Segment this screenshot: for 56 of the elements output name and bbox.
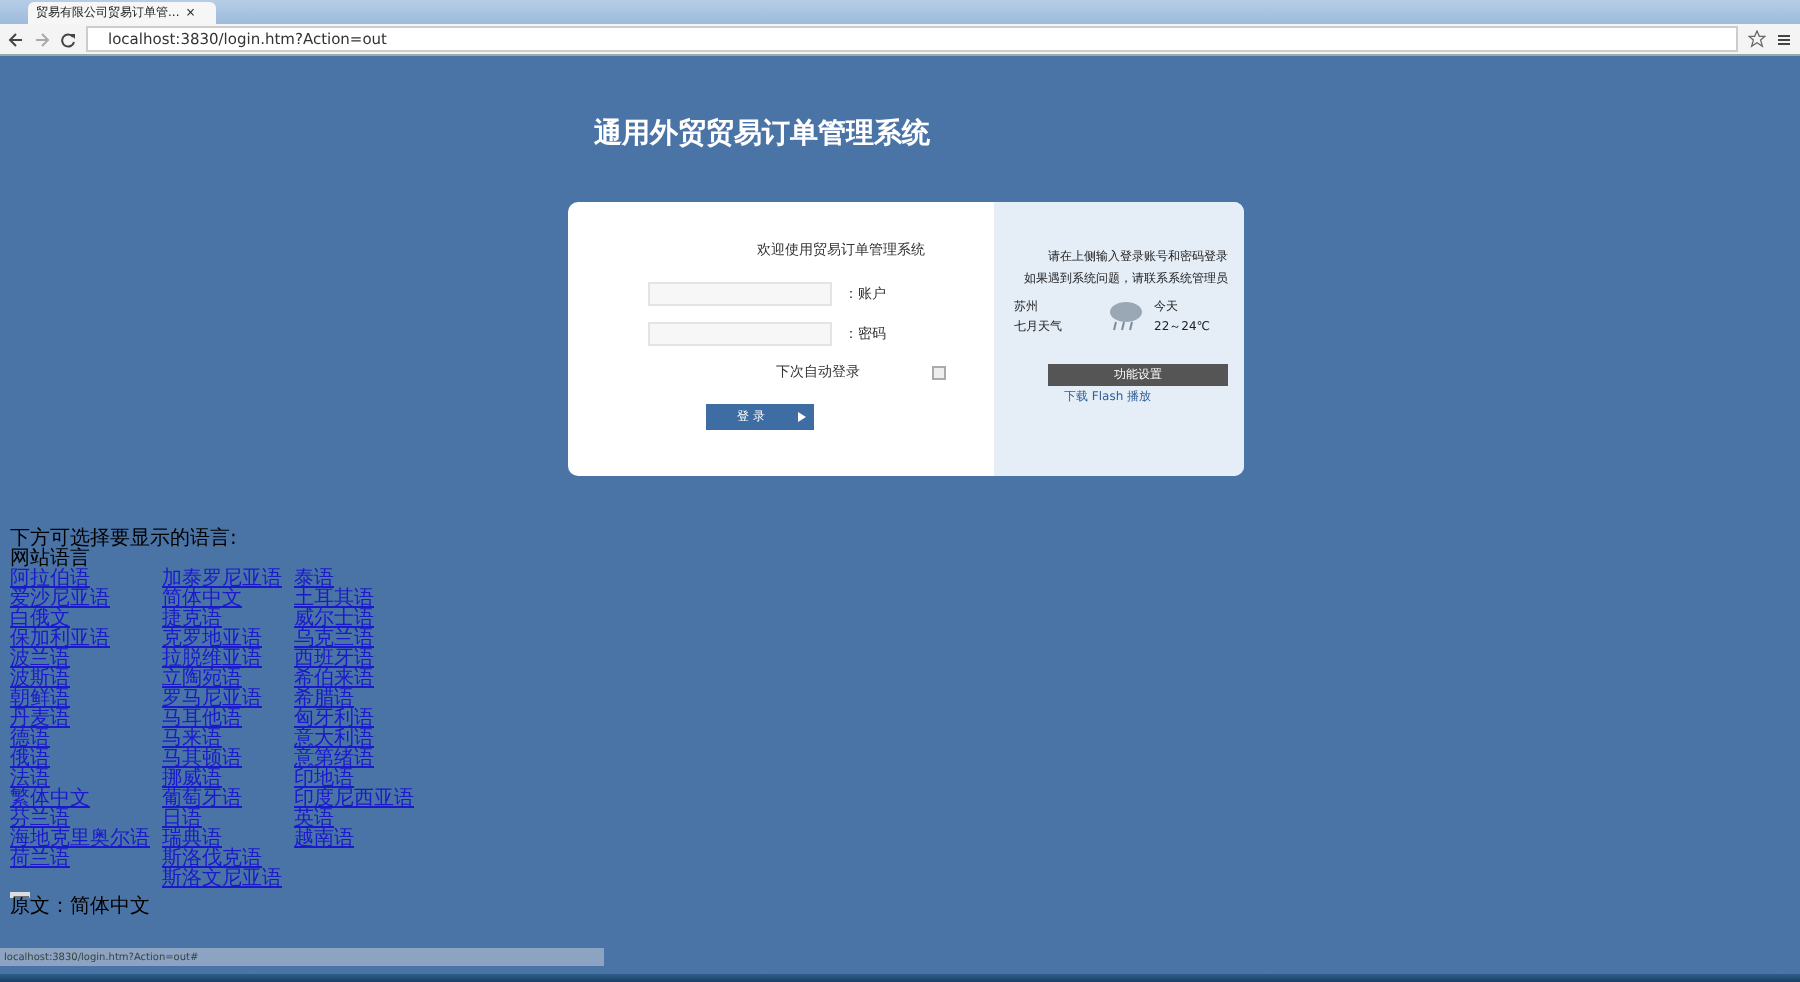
language-link[interactable]: 朝鲜语 [10,690,150,710]
cloud-rain-icon [1106,298,1146,334]
play-arrow-icon [797,412,805,422]
remember-checkbox[interactable] [932,365,946,379]
language-link[interactable]: 海地克里奥尔语 [10,830,150,850]
language-link[interactable]: 英语 [294,810,414,830]
language-link[interactable]: 印度尼西亚语 [294,790,414,810]
back-icon[interactable] [8,31,24,47]
language-link[interactable]: 加泰罗尼亚语 [162,570,282,590]
language-link[interactable]: 保加利亚语 [10,630,150,650]
language-link[interactable]: 俄语 [10,750,150,770]
language-link[interactable]: 马其顿语 [162,750,282,770]
language-link[interactable]: 芬兰语 [10,810,150,830]
language-link[interactable]: 丹麦语 [10,710,150,730]
language-link[interactable]: 泰语 [294,570,414,590]
language-link[interactable]: 斯洛伐克语 [162,850,282,870]
language-link[interactable]: 罗马尼亚语 [162,690,282,710]
language-link[interactable]: 希伯来语 [294,670,414,690]
language-link[interactable]: 匈牙利语 [294,710,414,730]
language-link[interactable]: 波斯语 [10,670,150,690]
language-link[interactable]: 德语 [10,730,150,750]
language-link[interactable]: 马来语 [162,730,282,750]
language-link[interactable]: 瑞典语 [162,830,282,850]
page-title: 通用外贸贸易订单管理系统 [594,116,932,152]
language-link[interactable]: 土耳其语 [294,590,414,610]
menu-icon[interactable] [1776,31,1792,47]
language-link[interactable]: 繁体中文 [10,790,150,810]
language-link[interactable]: 阿拉伯语 [10,570,150,590]
language-link[interactable]: 日语 [162,810,282,830]
language-link[interactable]: 荷兰语 [10,850,150,870]
login-input[interactable] [648,322,832,346]
language-link[interactable]: 葡萄牙语 [162,790,282,810]
language-link[interactable]: 乌克兰语 [294,630,414,650]
language-link[interactable]: 克罗地亚语 [162,630,282,650]
language-link[interactable]: 捷克语 [162,610,282,630]
login-input[interactable] [648,282,832,306]
language-link[interactable]: 印地语 [294,770,414,790]
language-link[interactable]: 简体中文 [162,590,282,610]
language-link[interactable]: 白俄文 [10,610,150,630]
original-language: 原文：简体中文 [10,898,152,918]
language-link[interactable]: 西班牙语 [294,650,414,670]
language-link[interactable]: 威尔士语 [294,610,414,630]
language-link[interactable]: 挪威语 [162,770,282,790]
language-link[interactable]: 立陶宛语 [162,670,282,690]
language-link[interactable]: 法语 [10,770,150,790]
language-link[interactable]: 马耳他语 [162,710,282,730]
language-link[interactable]: 拉脱维亚语 [162,650,282,670]
reload-icon[interactable] [60,31,76,47]
language-link[interactable]: 越南语 [294,830,414,850]
star-icon[interactable] [1748,30,1766,48]
language-heading: 网站语言 [10,550,92,570]
language-link[interactable]: 波兰语 [10,650,150,670]
language-link[interactable]: 希腊语 [294,690,414,710]
language-link[interactable]: 斯洛文尼亚语 [162,870,282,890]
language-intro: 下方可选择要显示的语言: [10,530,239,550]
language-link[interactable]: 爱沙尼亚语 [10,590,150,610]
